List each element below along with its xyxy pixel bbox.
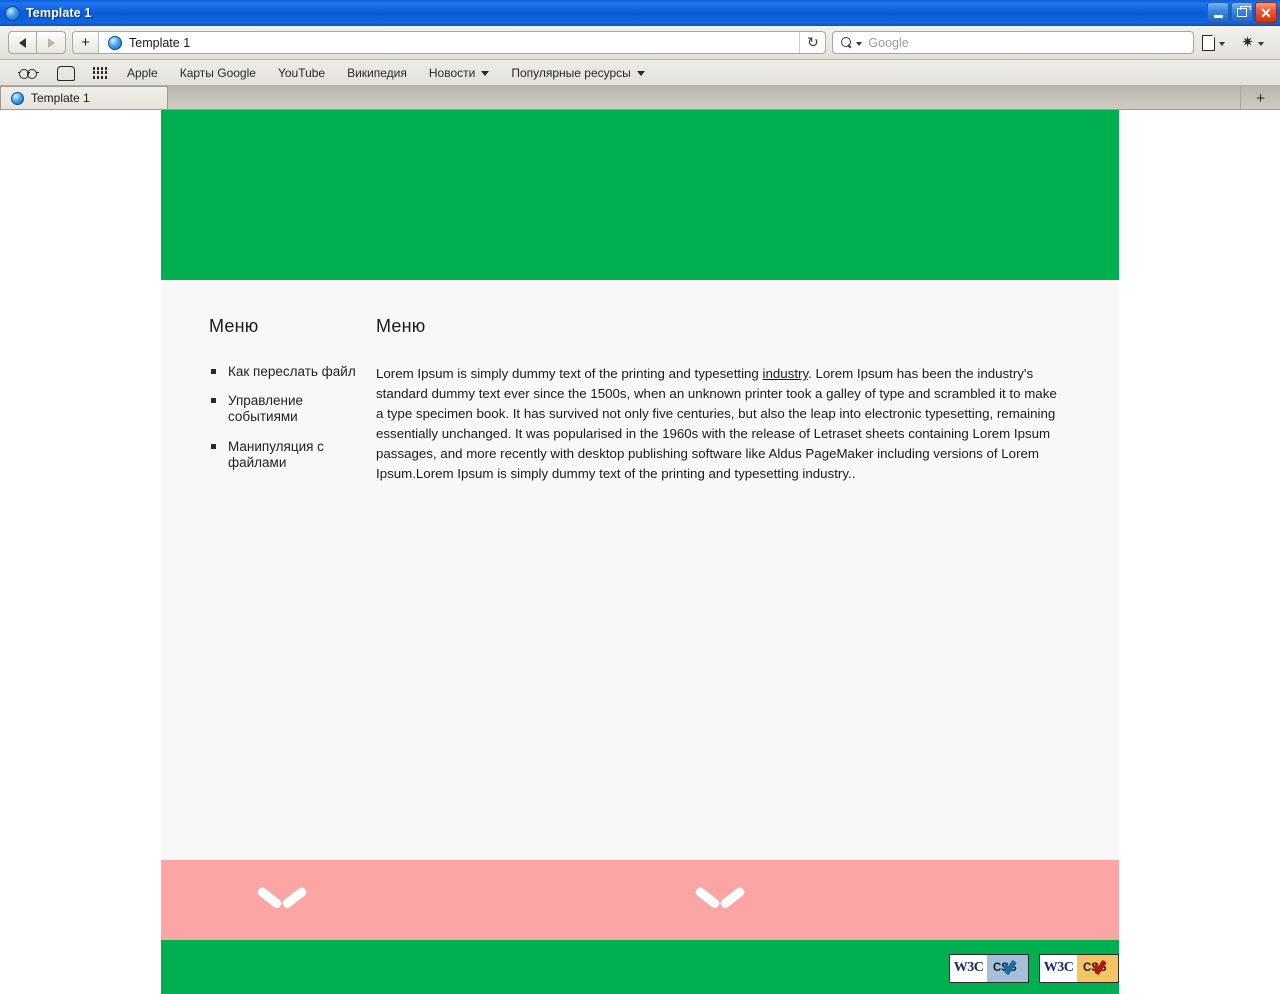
bookmark-wikipedia[interactable]: Википедия: [336, 66, 418, 80]
gear-icon: ✷: [1241, 34, 1254, 51]
footer-badges: W3C CSS W3C CSS: [949, 953, 1119, 983]
w3c-mark: W3C: [1040, 954, 1077, 982]
w3c-mark: W3C: [950, 954, 987, 982]
minimize-button[interactable]: [1207, 2, 1229, 23]
bookmark-label: Популярные ресурсы: [511, 65, 631, 80]
sidebar-item-transfer-file[interactable]: Как переслать файл: [209, 364, 376, 380]
chevron-down-icon: [481, 71, 490, 76]
navigation-buttons: [8, 31, 66, 54]
sidebar-column: Меню Как переслать файл Управление событ…: [161, 316, 376, 860]
reader-button[interactable]: [8, 68, 48, 79]
tab-template-1[interactable]: Template 1: [0, 86, 168, 109]
bookmarks-button[interactable]: [48, 66, 84, 81]
sidebar-heading: Меню: [209, 316, 259, 336]
top-sites-grid-icon: [93, 66, 107, 79]
sidebar-item-event-management[interactable]: Управление событиями: [209, 393, 376, 425]
pink-chevron-band: [161, 860, 1119, 940]
industry-link[interactable]: industry: [763, 366, 809, 381]
sidebar-item-file-manipulation[interactable]: Манипуляция с файлами: [209, 439, 376, 471]
sidebar-menu-list: Как переслать файл Управление событиями …: [209, 364, 376, 471]
content-column: Меню Lorem Ipsum is simply dummy text of…: [376, 316, 1119, 860]
browser-toolbar: + Template 1 ↻ Google ✷: [0, 26, 1280, 60]
bookmark-popular-resources[interactable]: Популярные ресурсы: [500, 66, 655, 80]
bookmark-news[interactable]: Новости: [418, 66, 500, 80]
paragraph-text-after-link: . Lorem Ipsum has been the industry's st…: [376, 366, 1057, 481]
page-icon: [1202, 34, 1216, 51]
w3c-css-badge-blue[interactable]: W3C CSS: [949, 953, 1029, 983]
bookmark-label: Википедия: [347, 65, 407, 80]
hero-banner: [161, 110, 1119, 280]
new-tab-button[interactable]: +: [73, 32, 99, 53]
close-button[interactable]: ✕: [1255, 2, 1277, 23]
bookmarks-book-icon: [57, 66, 75, 81]
settings-chevron-down-icon: [1258, 41, 1264, 46]
maximize-button[interactable]: [1231, 2, 1253, 23]
reload-button[interactable]: ↻: [799, 32, 825, 53]
tab-bar: Template 1 +: [0, 86, 1280, 110]
forward-button[interactable]: [37, 31, 66, 54]
window-title: Template 1: [26, 6, 92, 20]
chevron-down-icon[interactable]: [697, 885, 743, 915]
checkmark-icon: [1003, 959, 1023, 975]
search-icon: [841, 37, 852, 48]
address-input[interactable]: Template 1: [129, 36, 799, 50]
page-chevron-down-icon: [1219, 41, 1226, 46]
search-engine-chevron-down-icon[interactable]: [856, 41, 863, 46]
page-container: Меню Как переслать файл Управление событ…: [161, 110, 1119, 994]
content-paragraph: Lorem Ipsum is simply dummy text of the …: [376, 364, 1059, 484]
reader-glasses-icon: [17, 68, 39, 79]
search-input[interactable]: Google: [868, 36, 908, 50]
window-globe-icon: [5, 5, 20, 21]
bookmark-google-maps[interactable]: Карты Google: [169, 66, 267, 80]
back-button[interactable]: [8, 31, 37, 54]
checkmark-icon: [1093, 959, 1113, 975]
page-actions-button[interactable]: [1200, 34, 1233, 51]
chevron-down-icon: [636, 71, 645, 76]
w3c-css-badge-gold[interactable]: W3C CSS: [1039, 953, 1119, 983]
tab-label: Template 1: [31, 91, 90, 105]
bookmark-youtube[interactable]: YouTube: [267, 66, 336, 80]
tab-favicon-icon: [11, 91, 24, 105]
top-sites-button[interactable]: [84, 66, 116, 79]
bookmark-label: YouTube: [277, 65, 326, 80]
new-tab-plus-button[interactable]: +: [1240, 86, 1280, 110]
content-heading: Меню: [376, 316, 426, 336]
window-controls: ✕: [1207, 2, 1277, 23]
bookmark-label: Карты Google: [179, 65, 256, 80]
bookmarks-bar: Apple Карты Google YouTube Википедия Нов…: [0, 60, 1280, 86]
page-viewport: Меню Как переслать файл Управление событ…: [0, 110, 1280, 994]
settings-button[interactable]: ✷: [1239, 35, 1272, 50]
bookmark-apple[interactable]: Apple: [116, 66, 169, 80]
site-favicon-icon: [108, 35, 122, 50]
chevron-down-icon[interactable]: [259, 885, 305, 915]
address-bar[interactable]: + Template 1 ↻: [72, 31, 827, 54]
search-bar[interactable]: Google: [832, 31, 1195, 54]
page-body: Меню Как переслать файл Управление событ…: [161, 280, 1119, 860]
paragraph-text-before-link: Lorem Ipsum is simply dummy text of the …: [376, 366, 763, 381]
page-footer: W3C CSS W3C CSS: [161, 940, 1119, 994]
bookmark-label: Apple: [127, 65, 158, 80]
bookmark-label: Новости: [428, 65, 476, 80]
window-titlebar: Template 1 ✕: [0, 0, 1280, 26]
